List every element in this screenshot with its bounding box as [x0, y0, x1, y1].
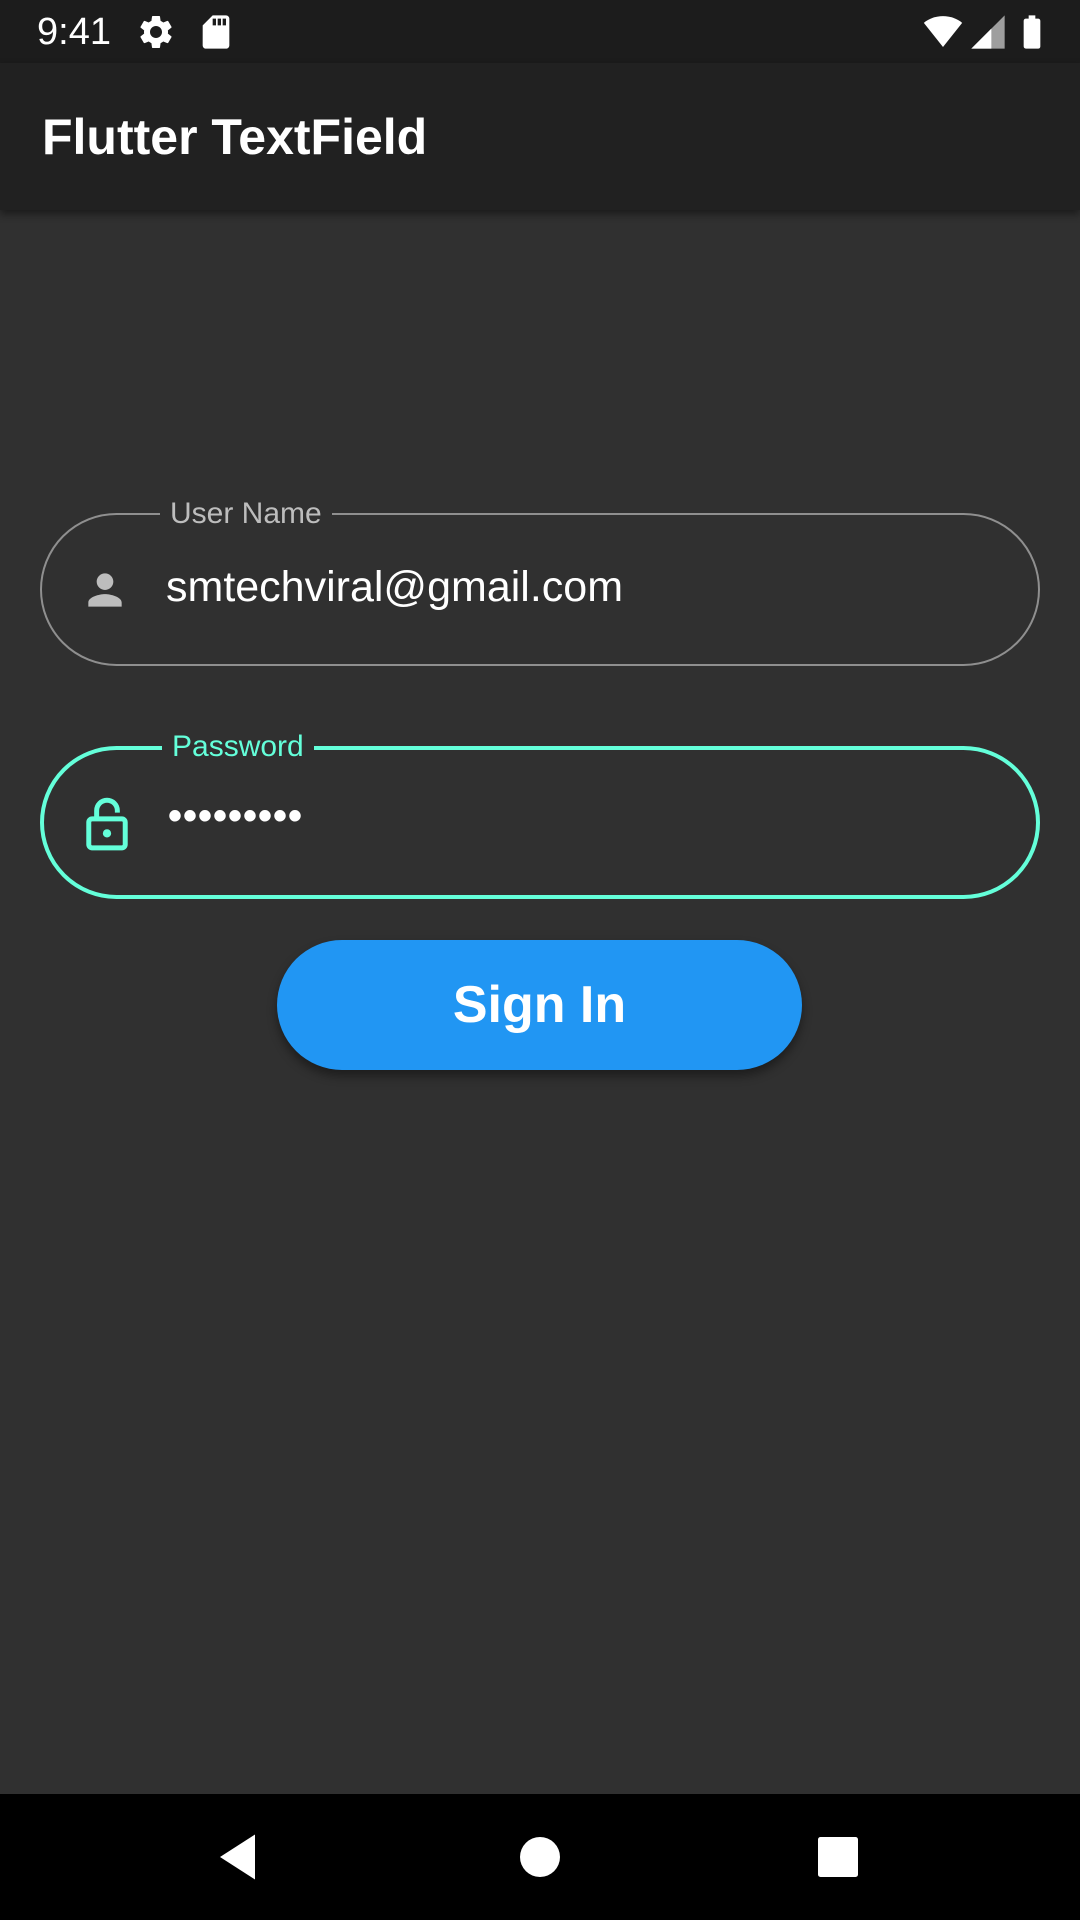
- app-title: Flutter TextField: [42, 109, 428, 165]
- home-icon[interactable]: [510, 1827, 570, 1887]
- gear-icon: [140, 15, 172, 48]
- back-icon[interactable]: [210, 1827, 270, 1887]
- app-bar: Flutter TextField: [0, 63, 1080, 210]
- password-input[interactable]: •••••••••: [168, 788, 303, 844]
- status-bar: 9:41: [0, 0, 1080, 63]
- screen: 9:41 Flutter TextField User Name smtechv…: [0, 0, 1080, 1920]
- sign-in-button[interactable]: Sign In: [277, 940, 802, 1070]
- password-field[interactable]: Password •••••••••: [40, 725, 1040, 899]
- person-icon: [88, 572, 122, 607]
- password-label: Password: [162, 725, 314, 769]
- status-time: 9:41: [37, 11, 111, 53]
- username-label: User Name: [160, 492, 332, 536]
- wifi-icon: [923, 16, 963, 47]
- signal-icon: [971, 15, 1005, 49]
- sd-card-icon: [202, 15, 230, 49]
- username-input[interactable]: smtechviral@gmail.com: [166, 559, 623, 615]
- battery-icon: [1023, 15, 1041, 49]
- username-field[interactable]: User Name smtechviral@gmail.com: [40, 492, 1040, 666]
- nav-bar: [0, 1794, 1080, 1920]
- recents-icon[interactable]: [808, 1827, 868, 1887]
- lock-icon: [86, 797, 128, 850]
